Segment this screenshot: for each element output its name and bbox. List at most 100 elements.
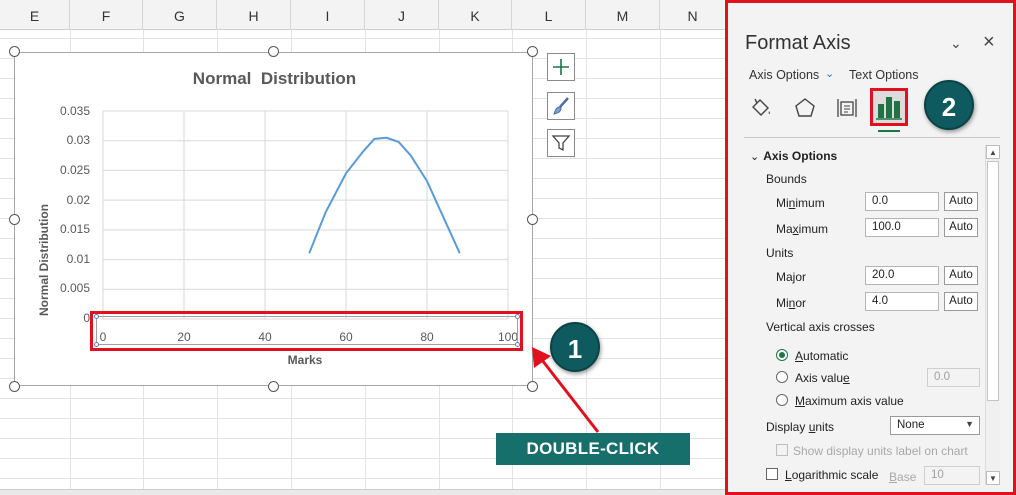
y-tick-label: 0.02 <box>66 193 90 207</box>
y-tick-label: 0.03 <box>66 133 90 147</box>
dropdown-arrow-icon: ▼ <box>965 419 974 429</box>
bar-chart-icon <box>876 97 902 120</box>
chart-resize-handle[interactable] <box>527 381 538 392</box>
y-tick-label: 0 <box>83 311 90 325</box>
sheet-tabs-bar <box>0 489 725 495</box>
chart-resize-handle[interactable] <box>527 214 538 225</box>
axis-value-input[interactable]: 0.0 <box>927 368 980 387</box>
logarithmic-scale-label[interactable]: Logarithmic scale <box>785 468 878 482</box>
axis-selection-handle <box>515 342 520 347</box>
show-display-units-label: Show display units label on chart <box>793 444 968 458</box>
column-header-h[interactable]: H <box>217 0 291 30</box>
y-tick-label: 0.015 <box>59 222 90 236</box>
size-properties-icon <box>837 99 857 117</box>
size-properties-button[interactable] <box>834 95 860 121</box>
selected-tab-indicator <box>878 130 900 132</box>
y-tick-label: 0.01 <box>66 252 90 266</box>
maximum-label: Maximum <box>776 222 829 236</box>
chart-styles-button[interactable] <box>547 92 575 120</box>
scroll-thumb[interactable] <box>987 161 999 401</box>
base-label: Base <box>889 470 917 484</box>
major-auto-button[interactable]: Auto <box>944 266 978 285</box>
logarithmic-scale-checkbox[interactable] <box>766 468 778 480</box>
chevron-down-icon[interactable]: ⌄ <box>825 67 834 80</box>
minimum-input[interactable]: 0.0 <box>865 192 939 211</box>
chart-resize-handle[interactable] <box>268 46 279 57</box>
column-header-g[interactable]: G <box>143 0 217 30</box>
column-header-f[interactable]: F <box>70 0 143 30</box>
minor-label: Minor <box>776 296 807 310</box>
display-units-select[interactable]: None ▼ <box>890 416 980 435</box>
pentagon-icon <box>795 98 815 117</box>
maximum-axis-value-radio[interactable] <box>776 394 788 406</box>
pane-title: Format Axis <box>745 32 851 54</box>
chart-resize-handle[interactable] <box>9 381 20 392</box>
column-header-l[interactable]: L <box>512 0 586 30</box>
plus-icon <box>553 59 569 75</box>
axis-options-button[interactable] <box>870 88 908 126</box>
effects-button[interactable] <box>792 95 818 121</box>
chart-filters-button[interactable] <box>547 129 575 157</box>
chevron-down-icon: ⌄ <box>750 151 760 163</box>
minimum-auto-button[interactable]: Auto <box>944 192 978 211</box>
chart-title[interactable]: Normal Distribution <box>15 69 534 89</box>
scroll-up-icon[interactable]: ▲ <box>986 145 1000 159</box>
double-click-label: DOUBLE-CLICK <box>496 433 690 465</box>
chart-resize-handle[interactable] <box>527 46 538 57</box>
divider <box>744 137 1000 138</box>
axis-value-label[interactable]: Axis value <box>795 371 850 385</box>
column-header-m[interactable]: M <box>586 0 660 30</box>
column-header-row: E F G H I J K L M N <box>0 0 725 30</box>
series-line[interactable] <box>308 136 461 254</box>
base-input[interactable]: 10 <box>924 466 980 485</box>
spreadsheet: E F G H I J K L M N Normal Distribution … <box>0 0 725 495</box>
chart-resize-handle[interactable] <box>9 46 20 57</box>
chart-resize-handle[interactable] <box>9 214 20 225</box>
y-tick-label: 0.005 <box>59 281 90 295</box>
axis-selection-handle <box>515 314 520 319</box>
paint-bucket-icon <box>752 98 770 116</box>
column-header-n[interactable]: N <box>660 0 725 30</box>
maximum-axis-value-label[interactable]: Maximum axis value <box>795 394 904 408</box>
axis-value-radio[interactable] <box>776 371 788 383</box>
pane-scrollbar[interactable]: ▲ ▼ <box>985 145 1000 485</box>
axis-selection-handle <box>94 342 99 347</box>
y-tick-label: 0.025 <box>59 163 90 177</box>
axis-selection-handle <box>94 314 99 319</box>
format-axis-pane: Format Axis ⌄ × Axis Options ⌄ Text Opti… <box>725 0 1016 495</box>
maximum-input[interactable]: 100.0 <box>865 218 939 237</box>
paintbrush-icon <box>553 97 569 115</box>
axis-options-section-header[interactable]: ⌄ Axis Options <box>750 149 837 163</box>
x-axis-title[interactable]: Marks <box>255 353 355 367</box>
scroll-down-icon[interactable]: ▼ <box>986 471 1000 485</box>
column-header-e[interactable]: E <box>0 0 70 30</box>
minimum-label: Minimum <box>776 196 825 210</box>
chevron-down-icon[interactable]: ⌄ <box>950 35 962 52</box>
major-unit-input[interactable]: 20.0 <box>865 266 939 285</box>
y-tick-label: 0.035 <box>59 104 90 118</box>
tab-text-options[interactable]: Text Options <box>849 68 918 82</box>
automatic-radio[interactable] <box>776 349 788 361</box>
display-units-label: Display units <box>766 420 835 434</box>
column-header-i[interactable]: I <box>291 0 365 30</box>
minor-unit-input[interactable]: 4.0 <box>865 292 939 311</box>
step-1-badge: 1 <box>550 322 600 372</box>
tab-axis-options[interactable]: Axis Options <box>749 68 819 82</box>
column-header-j[interactable]: J <box>365 0 439 30</box>
automatic-label[interactable]: Automatic <box>795 349 848 363</box>
units-label: Units <box>766 246 794 260</box>
minor-auto-button[interactable]: Auto <box>944 292 978 311</box>
column-header-k[interactable]: K <box>439 0 512 30</box>
axis-options-panel: ⌄ Axis Options Bounds Minimum 0.0 Auto Ma… <box>728 143 1013 492</box>
fill-line-button[interactable] <box>748 95 774 121</box>
y-axis-title[interactable]: Normal Distribution <box>37 185 51 335</box>
major-label: Major <box>776 270 807 284</box>
close-icon[interactable]: × <box>983 31 995 54</box>
step-2-badge: 2 <box>924 80 974 130</box>
show-display-units-checkbox[interactable] <box>776 444 788 456</box>
horizontal-axis[interactable] <box>96 316 518 345</box>
chart-elements-button[interactable] <box>547 53 575 81</box>
chart-resize-handle[interactable] <box>268 381 279 392</box>
maximum-auto-button[interactable]: Auto <box>944 218 978 237</box>
funnel-icon <box>551 135 571 152</box>
